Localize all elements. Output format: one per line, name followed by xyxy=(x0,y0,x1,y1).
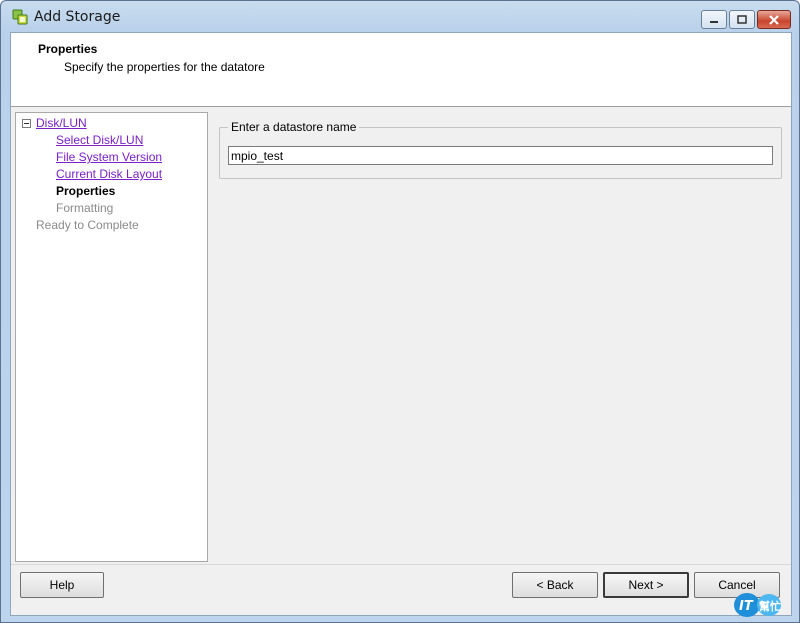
nav-step-formatting: Formatting xyxy=(56,201,114,215)
svg-text:幫忙: 幫忙 xyxy=(759,599,781,613)
wizard-content: Enter a datastore name xyxy=(217,112,791,562)
nav-step-select-disk-lun[interactable]: Select Disk/LUN xyxy=(56,133,143,147)
nav-step-properties: Properties xyxy=(56,184,116,198)
collapse-tree-icon[interactable] xyxy=(22,119,31,128)
page-title: Properties xyxy=(38,42,98,56)
window-title: Add Storage xyxy=(34,9,121,25)
close-icon xyxy=(769,14,779,25)
datastore-name-label: Enter a datastore name xyxy=(228,120,360,134)
window-controls xyxy=(699,10,791,29)
wizard-body: Properties Specify the properties for th… xyxy=(10,32,792,616)
wizard-header: Properties Specify the properties for th… xyxy=(11,33,791,107)
wizard-steps-nav: Disk/LUN Select Disk/LUN File System Ver… xyxy=(15,112,208,562)
footer-divider xyxy=(11,564,791,565)
page-subtitle: Specify the properties for the datatore xyxy=(64,60,265,74)
vsphere-storage-icon xyxy=(12,9,28,25)
nav-step-file-system-version[interactable]: File System Version xyxy=(56,150,162,164)
svg-text:IT: IT xyxy=(739,599,754,614)
ithome-watermark-logo: IT 幫忙 xyxy=(733,591,793,619)
datastore-name-input[interactable] xyxy=(228,146,773,165)
maximize-button[interactable] xyxy=(729,10,755,29)
nav-step-ready-to-complete: Ready to Complete xyxy=(36,218,139,232)
datastore-name-group: Enter a datastore name xyxy=(219,120,782,179)
nav-step-current-disk-layout[interactable]: Current Disk Layout xyxy=(56,167,162,181)
minimize-icon xyxy=(710,20,718,23)
add-storage-window: Add Storage Properties Specify the prope… xyxy=(0,0,800,623)
next-button[interactable]: Next > xyxy=(603,572,689,598)
maximize-icon xyxy=(737,14,747,24)
title-bar[interactable]: Add Storage xyxy=(1,1,799,33)
help-button[interactable]: Help xyxy=(20,572,104,598)
back-button[interactable]: < Back xyxy=(512,572,598,598)
minimize-button[interactable] xyxy=(701,10,727,29)
nav-step-disk-lun[interactable]: Disk/LUN xyxy=(36,116,87,130)
close-button[interactable] xyxy=(757,10,791,29)
